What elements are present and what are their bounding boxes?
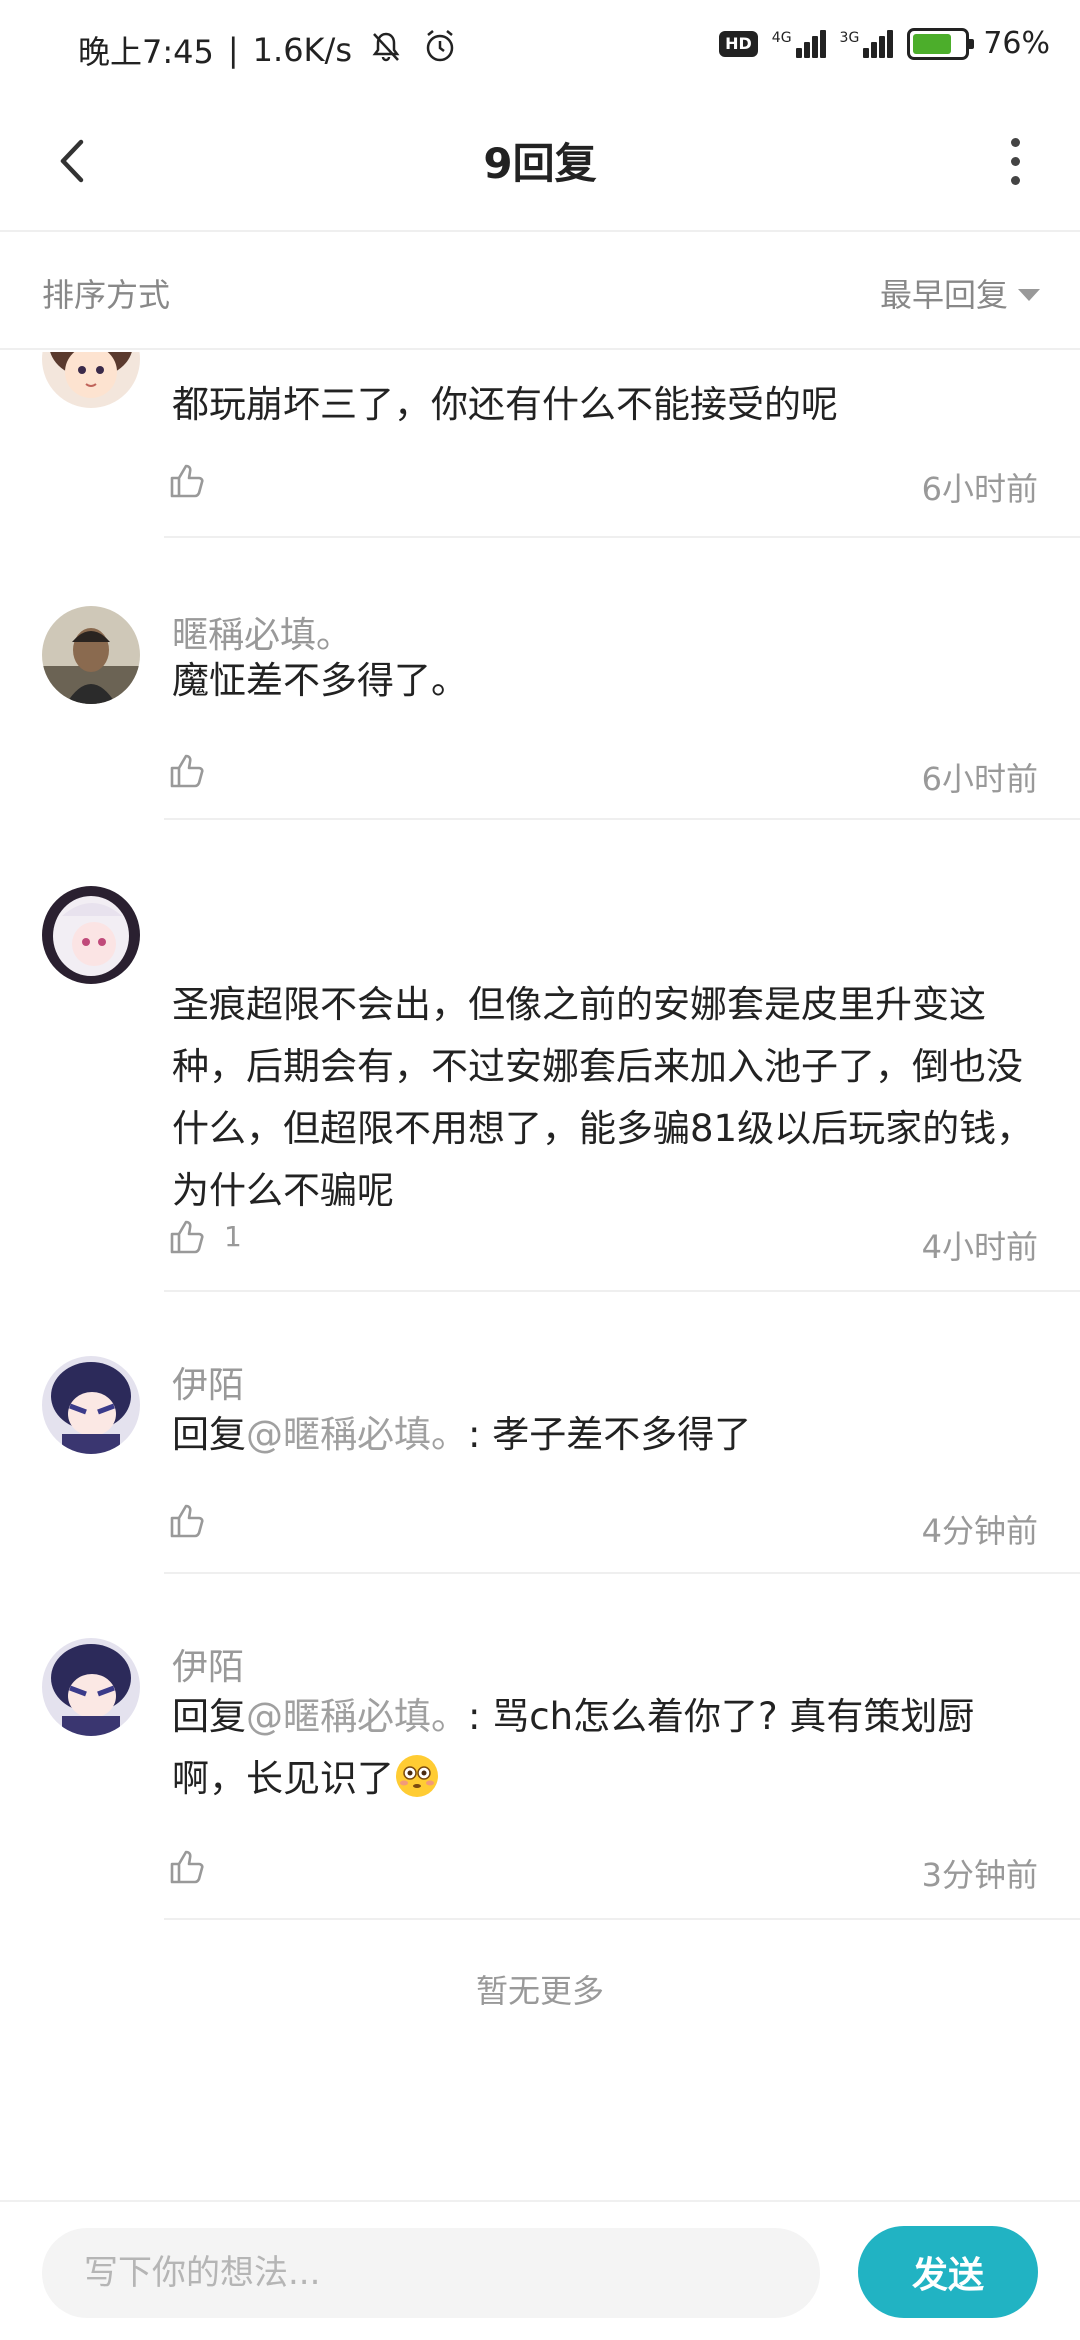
more-dot-icon: [1010, 156, 1020, 166]
status-time: 晚上7:45: [78, 33, 214, 71]
avatar[interactable]: [42, 352, 140, 408]
reply-prefix: 回复: [172, 1695, 246, 1738]
comment-text: 圣痕超限不会出，但像之前的安娜套是皮里升变这种，后期会有，不过安娜套后来加入池子…: [172, 983, 1034, 1212]
more-options-button[interactable]: [980, 126, 1050, 196]
status-right: HD 4G 3G 76%: [719, 26, 1050, 61]
avatar[interactable]: [42, 606, 140, 704]
like-button[interactable]: [164, 458, 224, 502]
mention-link[interactable]: @暱稱必填。: [246, 1413, 468, 1456]
sort-label: 排序方式: [42, 276, 171, 314]
battery-icon: [907, 27, 975, 60]
comment-item: 伊陌 回复@暱稱必填。: 骂ch怎么着你了? 真有策划厨啊，长见识了 3分钟前: [0, 1574, 1080, 1920]
reply-prefix: 回复: [172, 1413, 246, 1456]
app-header: 9回复: [0, 96, 1080, 232]
like-button[interactable]: [164, 1498, 224, 1542]
sort-bar: 排序方式 最早回复: [0, 232, 1080, 350]
signal-4g-icon: 4G: [772, 29, 826, 58]
comment-composer: 发送: [0, 2200, 1080, 2340]
flushed-face-emoji-icon: [394, 1753, 440, 1799]
thumbs-up-icon: [170, 464, 204, 498]
comment-time: 6小时前: [921, 760, 1038, 798]
status-left: 晚上7:45 | 1.6K/s: [78, 26, 460, 74]
like-button[interactable]: 1: [164, 1214, 242, 1258]
comment-list[interactable]: 都玩崩坏三了，你还有什么不能接受的呢 6小时前 暱稱必填。 魔怔差不多得了。 6…: [0, 352, 1080, 2200]
avatar[interactable]: [42, 1638, 140, 1736]
reply-body: : 孝子差不多得了: [468, 1413, 752, 1456]
avatar[interactable]: [42, 1356, 140, 1454]
thumbs-up-icon: [170, 1220, 204, 1254]
comment-text: 回复@暱稱必填。: 骂ch怎么着你了? 真有策划厨啊，长见识了: [172, 1686, 1042, 1810]
triangle-down-icon: [1018, 289, 1040, 301]
comment-time: 6小时前: [921, 470, 1038, 508]
signal-3g-icon: 3G: [840, 29, 894, 58]
like-count: 1: [224, 1219, 242, 1253]
status-separator: |: [227, 31, 239, 69]
page-title: 9回复: [483, 139, 597, 188]
like-button[interactable]: [164, 1844, 224, 1888]
thumbs-up-icon: [170, 754, 204, 788]
comment-text: 都玩崩坏三了，你还有什么不能接受的呢: [172, 383, 838, 426]
comment-item: 暱稱必填。 魔怔差不多得了。 6小时前: [0, 538, 1080, 820]
comment-item: 圣痕超限不会出，但像之前的安娜套是皮里升变这种，后期会有，不过安娜套后来加入池子…: [0, 820, 1080, 1292]
sort-dropdown[interactable]: 最早回复: [880, 270, 1040, 316]
more-dot-icon: [1010, 175, 1020, 185]
comment-time: 3分钟前: [921, 1856, 1038, 1894]
comment-time: 4小时前: [921, 1228, 1038, 1266]
send-button[interactable]: 发送: [858, 2226, 1038, 2318]
comment-text: 回复@暱稱必填。: 孝子差不多得了: [172, 1404, 1042, 1466]
username[interactable]: 伊陌: [172, 1638, 244, 1690]
battery-level: [913, 33, 952, 54]
mention-link[interactable]: @暱稱必填。: [246, 1695, 468, 1738]
status-net-speed: 1.6K/s: [252, 31, 352, 69]
comment-time: 4分钟前: [921, 1512, 1038, 1550]
comment-item: 都玩崩坏三了，你还有什么不能接受的呢 6小时前: [0, 352, 1080, 540]
divider: [164, 1918, 1080, 1920]
comment-item: 伊陌 回复@暱稱必填。: 孝子差不多得了 4分钟前: [0, 1292, 1080, 1574]
battery-percent: 76%: [983, 26, 1050, 61]
status-bar: 晚上7:45 | 1.6K/s HD 4G 3G 76%: [0, 0, 1080, 96]
like-button[interactable]: [164, 748, 224, 792]
mute-icon: [366, 26, 406, 74]
thumbs-up-icon: [170, 1850, 204, 1884]
username[interactable]: 伊陌: [172, 1356, 244, 1408]
comment-input[interactable]: [42, 2228, 820, 2318]
hd-badge: HD: [719, 30, 758, 57]
thumbs-up-icon: [170, 1504, 204, 1538]
avatar[interactable]: [42, 886, 140, 984]
alarm-icon: [420, 26, 460, 74]
sort-value: 最早回复: [879, 276, 1008, 314]
more-dot-icon: [1010, 137, 1020, 147]
comment-text: 魔怔差不多得了。: [172, 659, 468, 702]
no-more-label: 暂无更多: [475, 1972, 604, 2010]
